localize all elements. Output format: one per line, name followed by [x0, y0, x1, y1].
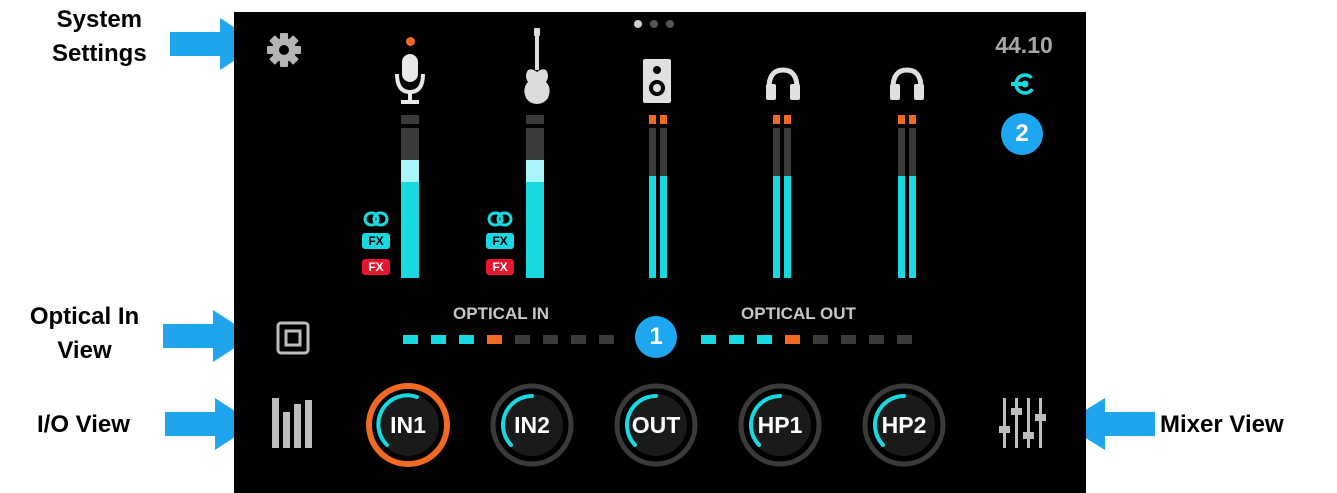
microphone-icon[interactable] [392, 52, 428, 108]
knob-label: HP2 [881, 411, 927, 438]
knob-label: HP1 [757, 411, 803, 438]
page-indicator[interactable] [634, 20, 674, 28]
knob-label: IN2 [514, 411, 550, 438]
callout-line: View [57, 337, 112, 364]
mixer-view-callout: Mixer View [1160, 411, 1284, 438]
knob-hp1[interactable]: HP1 [737, 382, 823, 468]
link-icon[interactable] [363, 211, 389, 227]
page-dot[interactable] [666, 20, 674, 28]
record-armed-indicator [406, 37, 415, 46]
fx-send-tag[interactable]: FX [486, 259, 514, 275]
optical-in-label: OPTICAL IN [453, 304, 550, 323]
knob-label: OUT [631, 411, 681, 438]
mixer-view-icon[interactable] [998, 396, 1048, 450]
device-screen: 44.10 2 FX FX FX FX OPTICAL IN OPTICAL O… [234, 12, 1086, 493]
optical-in-view-callout: Optical In View [12, 300, 157, 368]
knob-in2[interactable]: IN2 [489, 382, 575, 468]
knob-out[interactable]: OUT [613, 382, 699, 468]
io-view-callout: I/O View [37, 411, 130, 438]
knob-label: IN1 [390, 411, 426, 438]
fx-insert-tag[interactable]: FX [362, 233, 390, 249]
guitar-icon[interactable] [518, 26, 554, 106]
knob-hp2[interactable]: HP2 [861, 382, 947, 468]
io-view-icon[interactable] [270, 396, 316, 450]
page-dot[interactable] [634, 20, 642, 28]
optical-in-view-icon[interactable] [276, 321, 310, 355]
callout-line: System [56, 6, 143, 33]
callout-line: Settings [52, 40, 147, 67]
page-dot[interactable] [650, 20, 658, 28]
link-icon[interactable] [487, 211, 513, 227]
speaker-icon[interactable] [642, 58, 672, 104]
stereo-level-meter [898, 115, 916, 278]
headphones-icon[interactable] [764, 66, 802, 102]
headphones-icon[interactable] [888, 66, 926, 102]
fx-insert-tag[interactable]: FX [486, 233, 514, 249]
fx-send-tag[interactable]: FX [362, 259, 390, 275]
knob-in1[interactable]: IN1 [365, 382, 451, 468]
sample-rate: 44.10 [995, 32, 1053, 58]
optical-out-label: OPTICAL OUT [741, 304, 856, 323]
stereo-level-meter [773, 115, 791, 278]
sync-source-icon[interactable] [1009, 70, 1039, 98]
level-meter [526, 115, 544, 278]
callout-line: Optical In [29, 303, 140, 330]
gear-icon[interactable] [266, 32, 302, 68]
level-meter [401, 115, 419, 278]
annotation-badge-1: 1 [635, 316, 677, 358]
stereo-level-meter [649, 115, 667, 278]
annotation-badge-2: 2 [1001, 113, 1043, 155]
system-settings-callout: System Settings [52, 3, 147, 71]
